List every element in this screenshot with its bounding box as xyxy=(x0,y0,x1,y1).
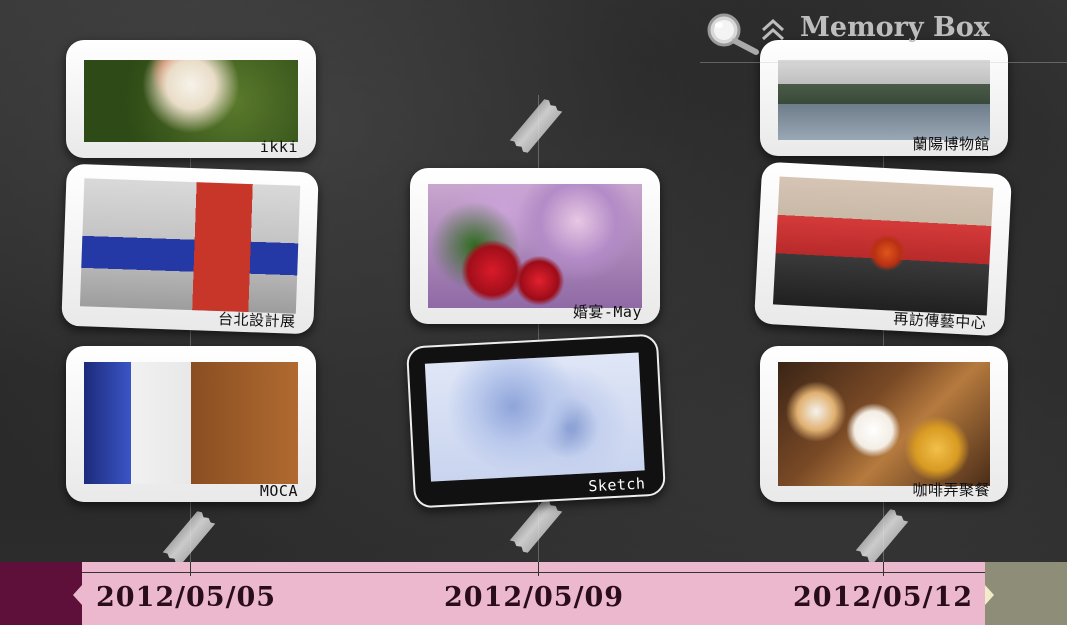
photo-thumbnail xyxy=(428,184,642,308)
photo-thumbnail xyxy=(84,362,298,484)
timeline-tick xyxy=(883,562,884,576)
photo-thumbnail xyxy=(772,176,994,316)
photo-card-sketch[interactable]: Sketch xyxy=(405,333,667,509)
photo-card-moca[interactable]: MOCA xyxy=(66,346,316,502)
photo-thumbnail xyxy=(778,60,990,140)
photo-thumbnail xyxy=(778,362,990,486)
photo-thumbnail xyxy=(79,178,301,314)
card-caption: MOCA xyxy=(259,482,298,500)
timeline-bar: 2012/05/05 2012/05/09 2012/05/12 xyxy=(0,562,1067,625)
photo-thumbnail xyxy=(424,352,645,482)
card-caption: ikki xyxy=(259,138,298,156)
timeline-axis xyxy=(82,572,985,573)
photo-card-traditional-arts-center[interactable]: 再訪傳藝中心 xyxy=(753,161,1013,337)
magnifier-icon[interactable] xyxy=(704,10,760,55)
timeline-next-area[interactable] xyxy=(985,562,1067,625)
card-caption: 蘭陽博物館 xyxy=(912,135,990,153)
chevron-double-up-icon xyxy=(761,18,785,41)
timeline-prev-area[interactable] xyxy=(0,562,82,625)
tape-decoration xyxy=(510,97,563,154)
card-caption: 台北設計展 xyxy=(217,310,296,331)
card-caption: 再訪傳藝中心 xyxy=(892,309,987,333)
tape-decoration xyxy=(163,509,216,566)
card-caption: Sketch xyxy=(587,474,646,496)
chalkboard-background: ikki 台北設計展 MOCA 婚宴-May Sketch 蘭陽博物館 再訪傳藝… xyxy=(0,0,1067,625)
photo-card-ikki[interactable]: ikki xyxy=(66,40,316,158)
app-title: Memory Box xyxy=(800,12,990,43)
card-caption: 咖啡弄聚餐 xyxy=(912,481,990,499)
app-header: Memory Box xyxy=(700,0,1067,63)
photo-card-cafe-gathering[interactable]: 咖啡弄聚餐 xyxy=(760,346,1008,502)
tape-decoration xyxy=(856,507,909,564)
timeline-date-label[interactable]: 2012/05/05 xyxy=(96,582,276,613)
timeline-date-label[interactable]: 2012/05/09 xyxy=(444,582,624,613)
app-title-container[interactable]: Memory Box xyxy=(761,12,990,43)
timeline-tick xyxy=(538,562,539,576)
timeline-tick xyxy=(190,562,191,576)
prev-arrow-icon[interactable] xyxy=(73,585,82,605)
tape-decoration xyxy=(510,497,563,554)
card-caption: 婚宴-May xyxy=(572,303,642,321)
photo-card-taipei-design[interactable]: 台北設計展 xyxy=(61,163,319,335)
photo-thumbnail xyxy=(84,60,298,142)
photo-card-wedding-may[interactable]: 婚宴-May xyxy=(410,168,660,324)
next-arrow-icon[interactable] xyxy=(985,585,994,605)
timeline-date-label[interactable]: 2012/05/12 xyxy=(793,582,973,613)
